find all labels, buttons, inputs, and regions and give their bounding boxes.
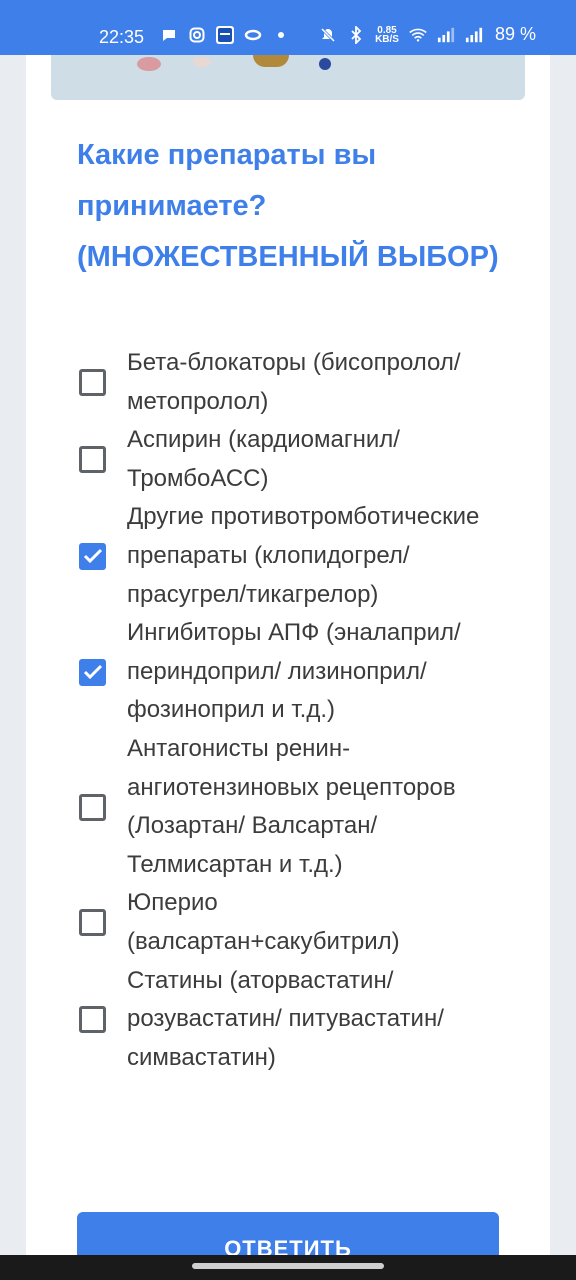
checkbox[interactable] — [79, 369, 106, 397]
mute-icon — [319, 26, 337, 44]
option-item[interactable]: Юперио (валсартан+сакубитрил) — [26, 884, 550, 961]
chat-icon — [160, 26, 178, 44]
checkbox[interactable] — [79, 446, 106, 474]
system-icons: 0.85 KB/S 89 % — [319, 24, 536, 45]
notification-icons — [160, 26, 290, 44]
navigation-bar — [0, 1255, 576, 1280]
bluetooth-icon — [347, 25, 365, 44]
option-item[interactable]: Бета-блокаторы (бисопролол/метопролол) — [26, 344, 550, 421]
checkmark-icon — [83, 549, 102, 564]
signal-icon — [465, 26, 483, 44]
option-item[interactable]: Антагонисты ренин-ангиотензиновых рецепт… — [26, 730, 550, 884]
checkbox[interactable] — [79, 793, 106, 821]
option-label: Бета-блокаторы (бисопролол/метопролол) — [127, 349, 461, 415]
checkbox-checked[interactable] — [79, 658, 106, 686]
pill-white — [193, 57, 211, 67]
options-list: Бета-блокаторы (бисопролол/метопролол) Ас… — [26, 344, 550, 1077]
checkmark-icon — [83, 664, 102, 680]
de-app-icon — [216, 26, 234, 44]
signal-icon — [437, 26, 455, 44]
pill-gold — [253, 55, 289, 67]
battery-level: 89 % — [494, 24, 536, 44]
option-label: Юперио (валсартан+сакубитрил) — [127, 889, 400, 955]
pill-pink — [137, 57, 161, 71]
option-label: Ингибиторы АПФ (эналаприл/периндоприл/ л… — [127, 619, 461, 724]
network-speed-unit: KB/S — [375, 33, 399, 45]
instagram-icon — [188, 26, 206, 44]
status-bar: 22:35 0.85 KB/S 89 % — [0, 0, 576, 55]
checkbox[interactable] — [79, 1005, 106, 1033]
home-handle[interactable] — [192, 1263, 384, 1269]
option-label: Аспирин (кардиомагнил/ ТромбоАСС) — [127, 426, 400, 492]
option-item[interactable]: Аспирин (кардиомагнил/ ТромбоАСС) — [26, 421, 550, 498]
option-label: Другие противотромботические препараты (… — [127, 503, 480, 608]
network-speed: 0.85 KB/S — [375, 25, 399, 45]
medication-image — [51, 55, 525, 100]
checkbox-checked[interactable] — [79, 542, 106, 570]
option-label: Антагонисты ренин-ангиотензиновых рецепт… — [127, 734, 456, 878]
ring-icon — [244, 26, 262, 44]
dot-icon — [272, 26, 290, 44]
option-item[interactable]: Статины (аторвастатин/ розувастатин/ пит… — [26, 962, 550, 1078]
question-title: Какие препараты вы принимаете? (МНОЖЕСТВ… — [77, 139, 499, 273]
form-card: Какие препараты вы принимаете? (МНОЖЕСТВ… — [26, 55, 550, 1268]
option-item[interactable]: Ингибиторы АПФ (эналаприл/периндоприл/ л… — [26, 614, 550, 730]
checkbox[interactable] — [79, 909, 106, 937]
pill-blue — [319, 58, 331, 70]
option-item[interactable]: Другие противотромботические препараты (… — [26, 498, 550, 614]
status-time: 22:35 — [99, 27, 145, 47]
option-label: Статины (аторвастатин/ розувастатин/ пит… — [127, 966, 444, 1071]
wifi-icon — [409, 26, 427, 44]
